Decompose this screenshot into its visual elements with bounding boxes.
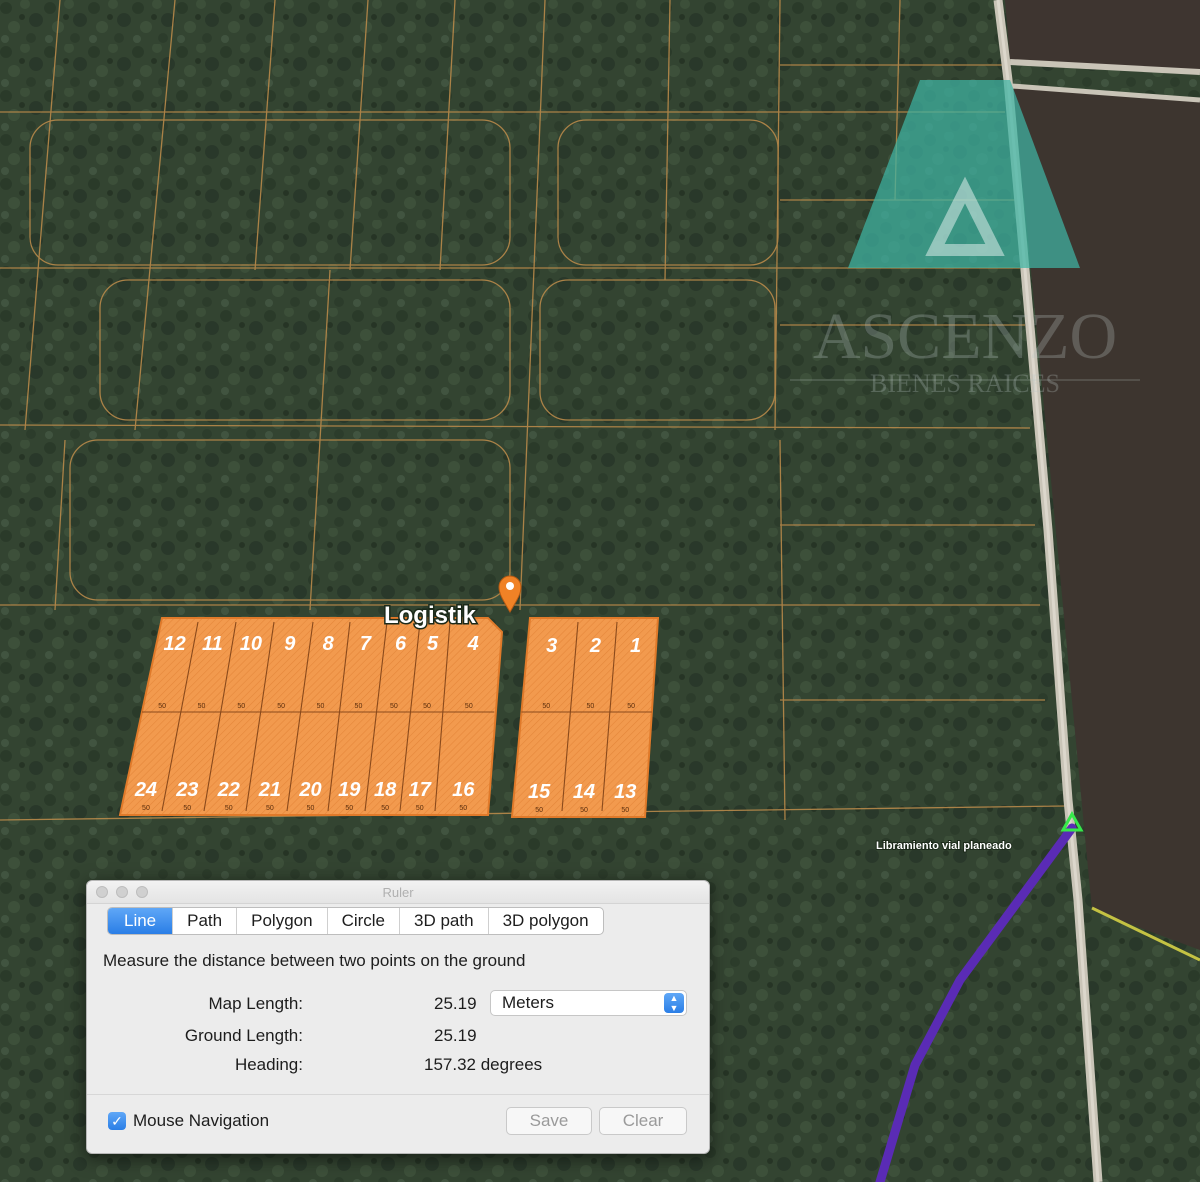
- lot-number: 20: [298, 779, 321, 801]
- lot-number: 14: [573, 781, 595, 803]
- lot-number: 12: [164, 633, 186, 655]
- lot-number: 16: [452, 779, 475, 801]
- lot-dimension: 50: [587, 703, 595, 710]
- place-label: Logistik: [384, 602, 477, 629]
- ruler-title: Ruler: [382, 885, 414, 900]
- lot-dimension: 50: [542, 703, 550, 710]
- lot-number: 11: [202, 633, 223, 655]
- ruler-dialog: Ruler Line Path Polygon Circle 3D path 3…: [86, 880, 710, 1154]
- lot-number: 13: [614, 781, 636, 803]
- lot-number: 9: [284, 633, 296, 655]
- lot-dimension: 50: [416, 805, 424, 812]
- lot-dimension: 50: [345, 805, 353, 812]
- map-length-label: Map Length:: [208, 994, 303, 1013]
- ruler-tab-bar: Line Path Polygon Circle 3D path 3D poly…: [107, 907, 604, 935]
- lot-dimension: 50: [225, 805, 233, 812]
- lot-number: 7: [360, 633, 372, 655]
- lot-number: 17: [409, 779, 432, 801]
- lot-number: 24: [134, 779, 157, 801]
- lot-number: 22: [217, 779, 240, 801]
- heading-label: Heading:: [234, 1055, 303, 1074]
- unit-value: Meters: [502, 993, 554, 1012]
- tab-polygon[interactable]: Polygon: [236, 908, 326, 934]
- watermark-brand: ASCENZO: [813, 300, 1117, 373]
- lot-number: 10: [240, 633, 262, 655]
- lot-number: 1: [630, 635, 641, 657]
- stepper-icon[interactable]: ▲ ▼: [664, 993, 684, 1013]
- ground-length-value: 25.19: [434, 1026, 477, 1045]
- lot-dimension: 50: [198, 703, 206, 710]
- lot-number: 19: [338, 779, 361, 801]
- ruler-footer: ✓ Mouse Navigation Save Clear: [87, 1094, 709, 1153]
- lot-number: 2: [589, 635, 601, 657]
- tab-line[interactable]: Line: [108, 908, 173, 934]
- lot-number: 15: [528, 781, 551, 803]
- ruler-titlebar[interactable]: Ruler: [87, 881, 709, 904]
- lot-number: 8: [323, 633, 335, 655]
- lot-dimension: 50: [465, 703, 473, 710]
- lot-dimension: 50: [277, 703, 285, 710]
- road-label: Libramiento vial planeado: [876, 840, 1012, 852]
- lot-dimension: 50: [423, 703, 431, 710]
- lot-dimension: 50: [535, 807, 543, 814]
- lot-number: 3: [546, 635, 557, 657]
- watermark-tagline: BIENES RAICES: [870, 369, 1060, 398]
- lot-number: 4: [467, 633, 479, 655]
- lot-number: 21: [258, 779, 281, 801]
- lot-dimension: 50: [459, 805, 467, 812]
- heading-value: 157.32 degrees: [424, 1055, 543, 1074]
- lot-dimension: 50: [580, 807, 588, 814]
- tab-3d-polygon[interactable]: 3D polygon: [487, 908, 603, 934]
- lot-number: 18: [374, 779, 397, 801]
- map-length-value: 25.19: [434, 994, 477, 1013]
- ruler-description: Measure the distance between two points …: [103, 951, 526, 970]
- lot-dimension: 50: [381, 805, 389, 812]
- lot-dimension: 50: [266, 805, 274, 812]
- lot-dimension: 50: [390, 703, 398, 710]
- clear-button[interactable]: Clear: [599, 1107, 687, 1135]
- ground-length-label: Ground Length:: [184, 1026, 303, 1045]
- lot-number: 5: [427, 633, 439, 655]
- lot-number: 23: [175, 779, 198, 801]
- save-button[interactable]: Save: [506, 1107, 592, 1135]
- tab-circle[interactable]: Circle: [326, 908, 399, 934]
- mouse-navigation-label[interactable]: Mouse Navigation: [133, 1111, 269, 1131]
- lot-dimension: 50: [237, 703, 245, 710]
- lot-dimension: 50: [158, 703, 166, 710]
- lot-dimension: 50: [627, 703, 635, 710]
- lot-number: 6: [395, 633, 407, 655]
- lot-dimension: 50: [317, 703, 325, 710]
- mouse-navigation-checkbox[interactable]: ✓: [108, 1112, 126, 1130]
- tab-path[interactable]: Path: [172, 908, 236, 934]
- lot-dimension: 50: [621, 807, 629, 814]
- lot-dimension: 50: [355, 703, 363, 710]
- lot-dimension: 50: [307, 805, 315, 812]
- lot-dimension: 50: [142, 805, 150, 812]
- field-north: [1005, 0, 1200, 70]
- unit-select[interactable]: Meters ▲ ▼: [490, 990, 687, 1016]
- tab-3d-path[interactable]: 3D path: [399, 908, 488, 934]
- lot-dimension: 50: [183, 805, 191, 812]
